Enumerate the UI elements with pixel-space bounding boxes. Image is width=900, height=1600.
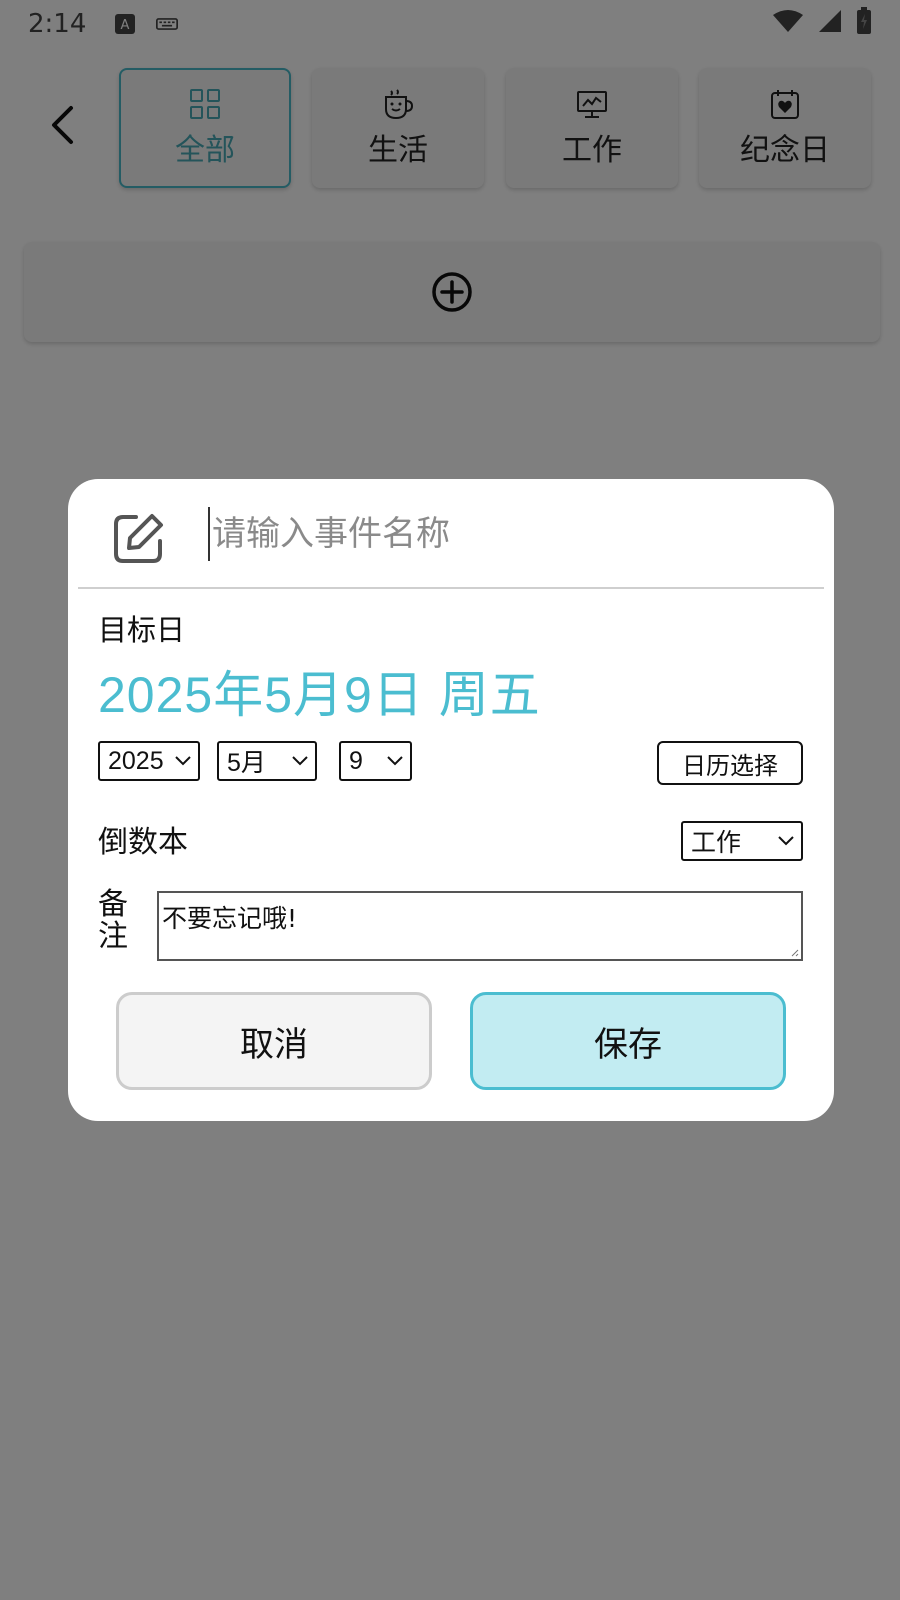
event-name-input[interactable]	[208, 507, 788, 561]
year-select-value: 2025	[108, 746, 164, 775]
save-button[interactable]: 保存	[470, 992, 786, 1090]
countdown-book-select[interactable]: 工作	[681, 821, 803, 861]
countdown-book-select-value: 工作	[691, 829, 742, 857]
chevron-down-icon	[386, 753, 404, 769]
chevron-down-icon	[777, 833, 795, 849]
add-event-dialog: 目标日 2025年5月9日 周五 2025 5月 9 日历选择 倒数本 工作 备…	[68, 479, 834, 1121]
target-date-display: 2025年5月9日 周五	[98, 667, 541, 723]
year-select[interactable]: 2025	[98, 741, 200, 781]
note-text: 不要忘记哦!	[162, 904, 298, 933]
month-select-value: 5月	[227, 749, 266, 777]
edit-icon	[112, 511, 166, 565]
day-select[interactable]: 9	[339, 741, 412, 781]
note-textarea[interactable]: 不要忘记哦!	[157, 891, 803, 961]
month-select[interactable]: 5月	[217, 741, 317, 781]
note-label: 备注	[98, 887, 128, 954]
resize-grip-icon[interactable]	[789, 947, 799, 957]
target-date-label: 目标日	[98, 613, 186, 647]
countdown-book-label: 倒数本	[98, 825, 188, 860]
chevron-down-icon	[174, 753, 192, 769]
chevron-down-icon	[291, 753, 309, 769]
event-name-row	[78, 479, 824, 589]
day-select-value: 9	[349, 746, 363, 775]
calendar-picker-button[interactable]: 日历选择	[657, 741, 803, 785]
cancel-button[interactable]: 取消	[116, 992, 432, 1090]
